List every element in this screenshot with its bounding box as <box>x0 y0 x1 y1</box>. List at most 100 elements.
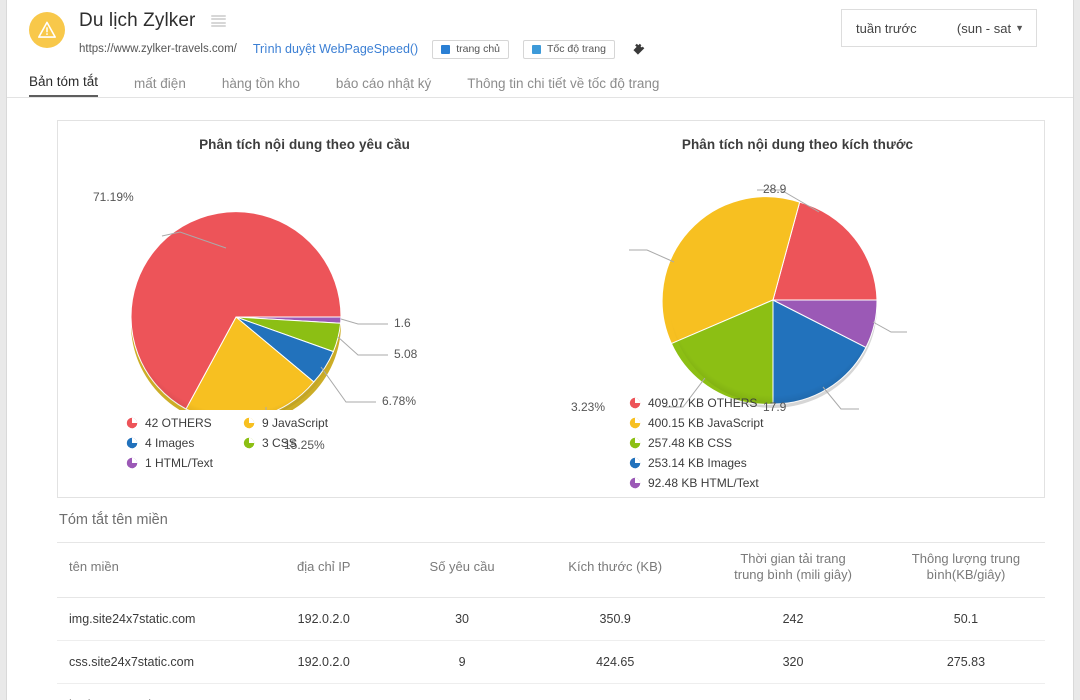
legend-item-others[interactable]: 409.07 KB OTHERS <box>629 393 763 413</box>
legend-label: 3 CSS <box>262 436 297 450</box>
tab-ban-tom-tat[interactable]: Bản tóm tắt <box>29 74 99 97</box>
pie-wrap-size: 28.9 3.23% 17.9 <box>551 152 1044 414</box>
pie-chart-by-requests: Phân tích nội dung theo yêu cầu 71.19% 1… <box>58 121 551 497</box>
legend-size: 409.07 KB OTHERS 400.15 KB JavaScript 25… <box>629 393 763 493</box>
date-range-selector[interactable]: tuần trước (sun - sat ▼ <box>841 9 1037 47</box>
table-head: tên miền địa chỉ IP Số yêu cầu Kích thướ… <box>57 542 1045 598</box>
pie-label-htmltext-pct: 1.6 <box>394 316 411 330</box>
col-header-avg-load-time-text: Thời gian tải trang trung bình (mili giâ… <box>734 551 852 582</box>
report-page: Du lịch Zylker https://www.zylker-travel… <box>6 0 1074 700</box>
legend-label: 409.07 KB OTHERS <box>648 396 758 410</box>
table-header-row: tên miền địa chỉ IP Số yêu cầu Kích thướ… <box>57 542 1045 598</box>
cell-size: 424.65 <box>531 640 700 684</box>
cell-avg-throughput: 275.83 <box>886 640 1045 684</box>
tab-hang-ton-kho[interactable]: hàng tồn kho <box>222 76 300 97</box>
cell-avg-load: 1,069 <box>699 683 887 700</box>
tab-bao-cao-nhat-ky[interactable]: báo cáo nhật ký <box>336 76 431 97</box>
pie-legend-icon <box>629 397 641 409</box>
cell-requests: 5 <box>392 683 532 700</box>
chip-toc-do-trang[interactable]: Tốc độ trang <box>523 39 615 59</box>
legend-item-javascript[interactable]: 400.15 KB JavaScript <box>629 413 763 433</box>
cell-avg-load: 242 <box>699 597 887 641</box>
date-range-label: tuần trước <box>856 20 917 36</box>
cell-requests: 9 <box>392 640 532 684</box>
table-row[interactable]: css.site24x7static.com 192.0.2.0 9 424.6… <box>57 640 1045 684</box>
col-header-domain[interactable]: tên miền <box>57 542 255 598</box>
legend-requests: 42 OTHERS 4 Images 1 HTML/Text 9 JavaScr… <box>126 413 328 473</box>
chip-label: Tốc độ trang <box>547 43 606 55</box>
legend-item-css[interactable]: 3 CSS <box>243 433 328 453</box>
pie-label-images-pct: 6.78% <box>382 394 417 408</box>
warning-triangle-icon <box>29 12 65 48</box>
col-header-avg-throughput[interactable]: Thông lượng trung bình(KB/giây) <box>886 542 1045 598</box>
legend-item-images[interactable]: 253.14 KB Images <box>629 453 763 473</box>
domain-summary-title: Tóm tắt tên miền <box>59 512 168 528</box>
date-range-value: (sun - sat <box>956 20 1012 36</box>
legend-column-right: 9 JavaScript 3 CSS <box>243 413 328 473</box>
cell-avg-load: 320 <box>699 640 887 684</box>
brand-texts: Du lịch Zylker https://www.zylker-travel… <box>79 10 646 59</box>
legend-label: 1 HTML/Text <box>145 456 214 470</box>
domain-summary-section: Tóm tắt tên miền tên miền địa chỉ IP Số … <box>57 512 1045 700</box>
legend-item-css[interactable]: 257.48 KB CSS <box>629 433 763 453</box>
cell-domain: js.site24x7static.com <box>57 683 255 700</box>
pie-label-others-pct: 28.9 <box>763 182 787 196</box>
col-header-ip[interactable]: địa chỉ IP <box>254 542 393 598</box>
pie-legend-icon <box>629 417 641 429</box>
chevron-down-icon: ▼ <box>1015 23 1024 33</box>
legend-item-htmltext[interactable]: 1 HTML/Text <box>126 453 213 473</box>
chip-label: trang chủ <box>456 43 500 55</box>
legend-column-left: 42 OTHERS 4 Images 1 HTML/Text <box>126 413 213 473</box>
cell-domain: img.site24x7static.com <box>57 597 255 641</box>
legend-column: 409.07 KB OTHERS 400.15 KB JavaScript 25… <box>629 393 763 493</box>
pie-legend-icon <box>126 417 138 429</box>
table-row[interactable]: js.site24x7static.com 192.0.2.0 5 167.83… <box>57 683 1045 700</box>
pie-svg-size <box>629 189 907 410</box>
pie-legend-icon <box>126 437 138 449</box>
pie-label-others-pct: 71.19% <box>93 190 134 204</box>
tag-icon[interactable] <box>631 42 646 57</box>
cell-avg-throughput: 31.33 <box>886 683 1045 700</box>
legend-label: 253.14 KB Images <box>648 456 747 470</box>
table-row[interactable]: img.site24x7static.com 192.0.2.0 30 350.… <box>57 597 1045 641</box>
hamburger-menu-icon[interactable] <box>211 15 227 27</box>
chip-color-swatch <box>532 44 541 54</box>
site-url: https://www.zylker-travels.com/ <box>79 43 237 55</box>
pie-legend-icon <box>126 457 138 469</box>
chip-color-swatch <box>441 44 451 54</box>
chart-title-size: Phân tích nội dung theo kích thước <box>681 137 914 152</box>
tab-mat-dien[interactable]: mất điện <box>134 76 186 97</box>
col-header-avg-load-time[interactable]: Thời gian tải trang trung bình (mili giâ… <box>699 542 887 598</box>
chart-title-requests: Phân tích nội dung theo yêu cầu <box>199 137 410 152</box>
cell-avg-throughput: 50.1 <box>886 597 1045 641</box>
col-header-avg-throughput-text: Thông lượng trung bình(KB/giây) <box>911 551 1021 582</box>
legend-item-javascript[interactable]: 9 JavaScript <box>243 413 328 433</box>
pie-label-images-pct: 17.9 <box>763 400 787 414</box>
pie-legend-icon <box>629 477 641 489</box>
legend-item-images[interactable]: 4 Images <box>126 433 213 453</box>
legend-item-htmltext[interactable]: 92.48 KB HTML/Text <box>629 473 763 493</box>
cell-ip: 192.0.2.0 <box>254 683 393 700</box>
legend-label: 400.15 KB JavaScript <box>648 416 764 430</box>
pie-label-css-pct: 5.08 <box>394 347 418 361</box>
title-line: Du lịch Zylker <box>79 10 646 32</box>
content-analysis-card: Phân tích nội dung theo yêu cầu 71.19% 1… <box>57 120 1045 498</box>
browser-link[interactable]: Trình duyệt WebPageSpeed() <box>253 42 418 56</box>
pie-chart-by-size: Phân tích nội dung theo kích thước 28.9 … <box>551 121 1044 497</box>
chip-trang-chu[interactable]: trang chủ <box>432 39 509 59</box>
col-header-size[interactable]: Kích thước (KB) <box>531 542 700 598</box>
legend-label: 42 OTHERS <box>145 416 212 430</box>
pie-legend-icon <box>629 437 641 449</box>
domain-summary-table: tên miền địa chỉ IP Số yêu cầu Kích thướ… <box>57 542 1045 700</box>
legend-label: 4 Images <box>145 436 195 450</box>
legend-item-others[interactable]: 42 OTHERS <box>126 413 213 433</box>
date-range-value-group: (sun - sat ▼ <box>957 21 1024 36</box>
cell-requests: 30 <box>392 597 532 641</box>
col-header-requests[interactable]: Số yêu cầu <box>392 542 532 598</box>
pie-label-css-pct: 3.23% <box>571 400 606 414</box>
meta-row: https://www.zylker-travels.com/ Trình du… <box>79 39 646 59</box>
tab-thong-tin-chi-tiet[interactable]: Thông tin chi tiết về tốc độ trang <box>467 76 659 97</box>
page-title: Du lịch Zylker <box>79 10 196 31</box>
pie-legend-icon <box>243 437 255 449</box>
legend-label: 257.48 KB CSS <box>648 436 733 450</box>
